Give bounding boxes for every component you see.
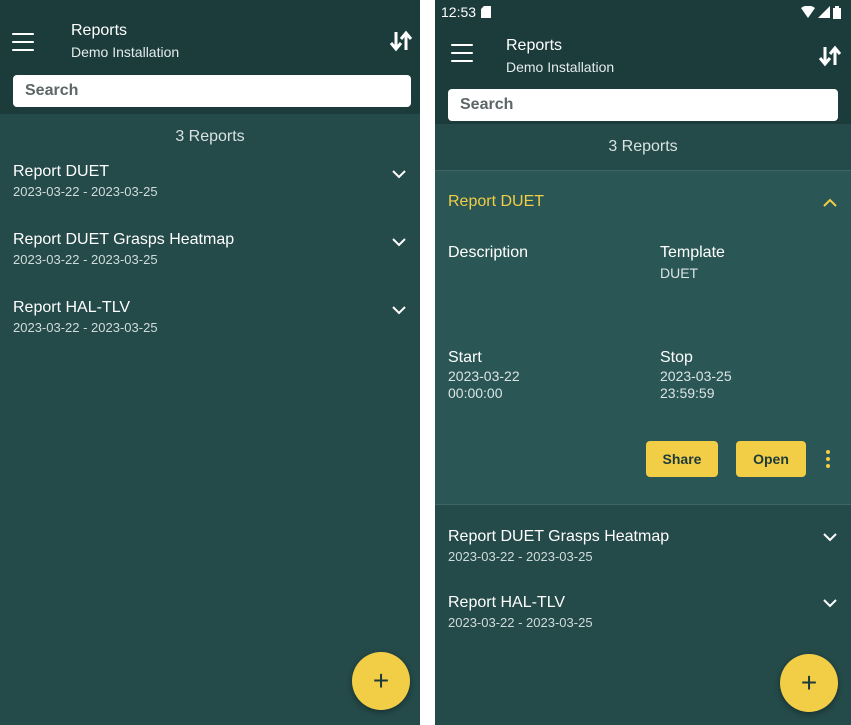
report-name: Report HAL-TLV — [448, 594, 566, 611]
menu-icon[interactable] — [451, 44, 473, 62]
page-subtitle: Demo Installation — [506, 59, 615, 75]
template-value: DUET — [660, 265, 699, 281]
stop-time: 23:59:59 — [660, 385, 715, 401]
title-block: Reports Demo Installation — [506, 36, 614, 76]
add-report-button[interactable]: + — [780, 654, 838, 712]
start-date: 2023-03-22 — [448, 368, 520, 384]
report-dates: 2023-03-22 - 2023-03-25 — [13, 320, 158, 335]
stop-date: 2023-03-25 — [660, 368, 732, 384]
template-label: Template — [660, 244, 725, 261]
chevron-down-icon[interactable] — [392, 306, 406, 315]
description-label: Description — [448, 244, 529, 261]
start-label: Start — [448, 349, 482, 366]
report-name[interactable]: Report DUET — [448, 193, 544, 211]
list-item[interactable]: Report HAL-TLV 2023-03-22 - 2023-03-25 — [435, 571, 851, 637]
expanded-report-card: Report DUET Description Template DUET St… — [435, 171, 851, 505]
list-item[interactable]: Report DUET 2023-03-22 - 2023-03-25 — [0, 162, 420, 230]
menu-icon[interactable] — [12, 33, 34, 51]
sort-icon[interactable] — [817, 43, 843, 69]
add-report-button[interactable]: + — [352, 652, 410, 710]
stop-label: Stop — [660, 349, 693, 366]
report-dates: 2023-03-22 - 2023-03-25 — [448, 549, 593, 564]
chevron-up-icon[interactable] — [823, 198, 837, 207]
right-screen: 12:53 Reports Demo Installation Search 3… — [435, 0, 851, 725]
search-input[interactable]: Search — [448, 89, 838, 121]
list-item[interactable]: Report DUET Grasps Heatmap 2023-03-22 - … — [435, 505, 851, 571]
title-block: Reports Demo Installation — [71, 21, 179, 61]
report-name: Report DUET Grasps Heatmap — [448, 528, 670, 545]
chevron-down-icon[interactable] — [392, 170, 406, 179]
chevron-down-icon[interactable] — [823, 533, 837, 542]
report-count: 3 Reports — [175, 128, 245, 145]
page-title: Reports — [506, 37, 563, 54]
report-name: Report DUET Grasps Heatmap — [13, 231, 235, 248]
more-options-icon[interactable] — [826, 450, 830, 468]
content: 3 Reports Report DUET Description Templa… — [435, 124, 851, 637]
report-name: Report HAL-TLV — [13, 299, 131, 316]
report-count: 3 Reports — [435, 124, 851, 171]
list-item[interactable]: Report HAL-TLV 2023-03-22 - 2023-03-25 — [0, 298, 420, 366]
search-input[interactable]: Search — [13, 75, 411, 107]
share-button[interactable]: Share — [646, 441, 718, 477]
report-dates: 2023-03-22 - 2023-03-25 — [448, 615, 593, 630]
list-item[interactable]: Report DUET Grasps Heatmap 2023-03-22 - … — [0, 230, 420, 298]
app-bar: Reports Demo Installation Search — [0, 0, 420, 114]
chevron-down-icon[interactable] — [823, 599, 837, 608]
start-time: 00:00:00 — [448, 385, 503, 401]
open-button[interactable]: Open — [736, 441, 806, 477]
chevron-down-icon[interactable] — [392, 238, 406, 247]
report-name: Report DUET — [13, 163, 110, 180]
page-subtitle: Demo Installation — [71, 44, 180, 60]
sort-icon[interactable] — [388, 28, 414, 54]
page-title: Reports — [71, 22, 128, 39]
report-dates: 2023-03-22 - 2023-03-25 — [13, 252, 158, 267]
report-dates: 2023-03-22 - 2023-03-25 — [13, 184, 158, 199]
left-screen: Reports Demo Installation Search 3 Repor… — [0, 0, 420, 725]
